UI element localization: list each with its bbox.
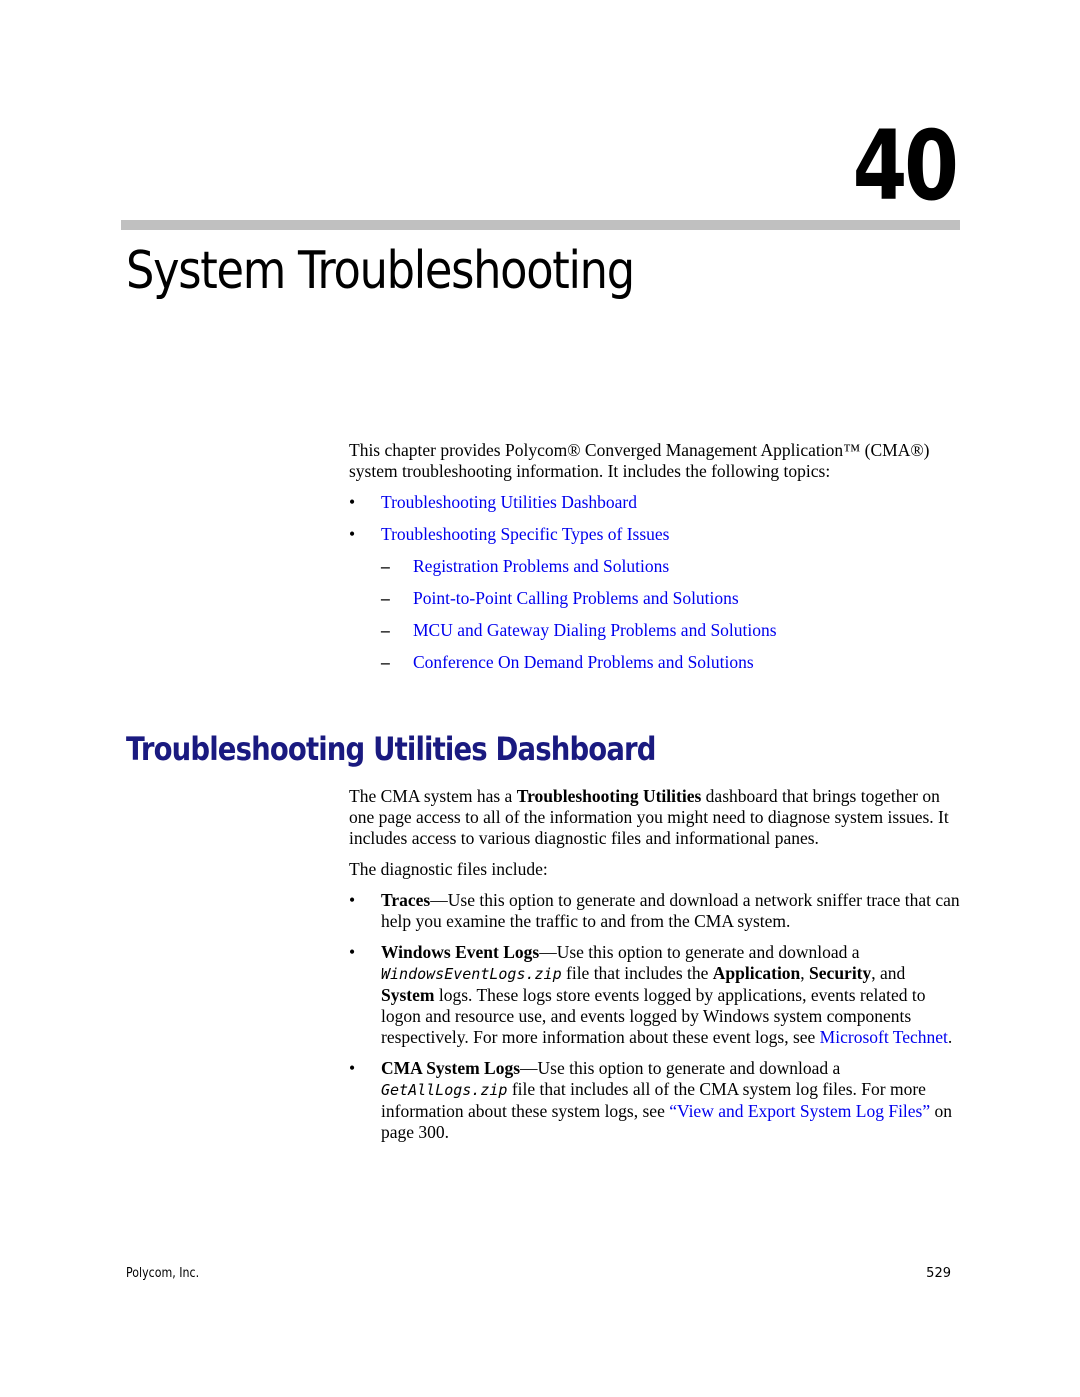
text: , and [871,963,906,983]
topic-subitem: – Registration Problems and Solutions [349,556,961,577]
chapter-rule [121,220,960,230]
dash-icon: – [381,556,390,576]
bullet-icon: • [349,524,356,544]
dash-icon: – [381,652,390,672]
term: Traces [381,890,431,910]
text: file that includes the [561,963,713,983]
section-heading: Troubleshooting Utilities Dashboard [126,730,656,768]
section-paragraph: The CMA system has a Troubleshooting Uti… [349,786,961,849]
topic-link-specific-issues[interactable]: Troubleshooting Specific Types of Issues [381,524,670,544]
diagnostic-file-list: • Traces—Use this option to generate and … [349,890,961,1143]
dash-icon: – [381,588,390,608]
file-item-windows-event-logs: • Windows Event Logs—Use this option to g… [349,942,961,1048]
topic-link-conference-on-demand[interactable]: Conference On Demand Problems and Soluti… [413,652,754,672]
chapter-title: System Troubleshooting [126,241,635,301]
chapter-number: 40 [853,110,959,222]
bullet-icon: • [349,942,356,962]
topic-list: • Troubleshooting Utilities Dashboard • Tr… [349,492,961,673]
file-item-cma-system-logs: • CMA System Logs—Use this option to gene… [349,1058,961,1143]
topic-item: • Troubleshooting Specific Types of Issue… [349,524,961,545]
term: CMA System Logs [381,1058,521,1078]
text: The CMA system has a [349,786,517,806]
intro-paragraph: This chapter provides Polycom® Converged… [349,440,930,481]
microsoft-technet-link[interactable]: Microsoft Technet [820,1027,948,1047]
term: Application [712,963,801,983]
bullet-icon: • [349,890,356,910]
filename: GetAllLogs.zip [381,1081,508,1099]
diagnostic-files-intro: The diagnostic files include: [349,859,548,879]
intro-section: This chapter provides Polycom® Converged… [349,440,961,684]
footer-company: Polycom, Inc. [126,1266,200,1281]
term: Windows Event Logs [381,942,540,962]
topic-link-utilities-dashboard[interactable]: Troubleshooting Utilities Dashboard [381,492,637,512]
text: , [800,963,810,983]
bold-term: Troubleshooting Utilities [516,786,702,806]
section-body: The CMA system has a Troubleshooting Uti… [349,786,961,1153]
dash-icon: – [381,620,390,640]
topic-subitem: – Point-to-Point Calling Problems and Sol… [349,588,961,609]
view-export-logs-link[interactable]: “View and Export System Log Files” [669,1101,930,1121]
text: —Use this option to generate and downloa… [520,1058,841,1078]
page-number: 529 [926,1266,951,1281]
topic-subitem: – Conference On Demand Problems and Solut… [349,652,961,673]
topic-subitem: – MCU and Gateway Dialing Problems and So… [349,620,961,641]
topic-item: • Troubleshooting Utilities Dashboard [349,492,961,513]
topic-link-mcu-gateway[interactable]: MCU and Gateway Dialing Problems and Sol… [413,620,777,640]
term: Security [809,963,872,983]
bullet-icon: • [349,1058,356,1078]
filename: WindowsEventLogs.zip [381,965,562,983]
text: —Use this option to generate and downloa… [539,942,860,962]
bullet-icon: • [349,492,356,512]
topic-link-registration[interactable]: Registration Problems and Solutions [413,556,669,576]
text: . [947,1027,953,1047]
file-item-traces: • Traces—Use this option to generate and … [349,890,961,932]
text: —Use this option to generate and downloa… [381,890,960,931]
term: System [381,985,435,1005]
topic-link-point-to-point[interactable]: Point-to-Point Calling Problems and Solu… [413,588,739,608]
